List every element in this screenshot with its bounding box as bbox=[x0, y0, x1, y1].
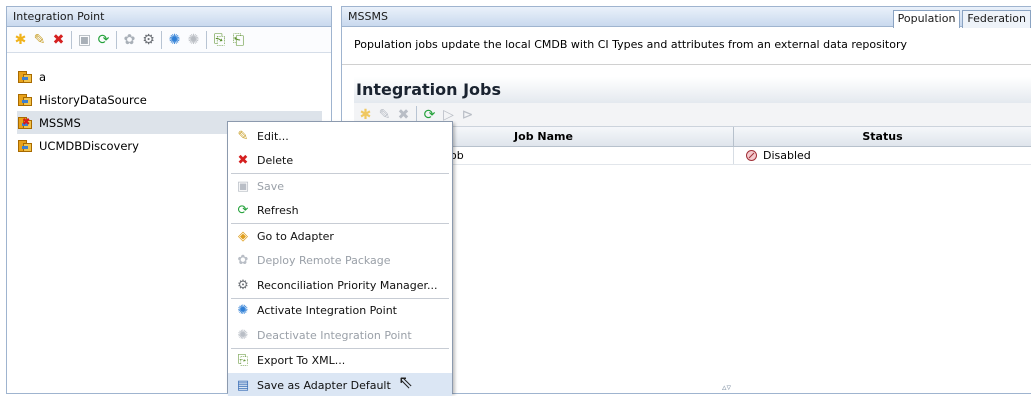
integration-point-header: Integration Point bbox=[7, 7, 331, 27]
menu-item-label: Export To XML... bbox=[257, 354, 346, 368]
reconciliation-icon: ⚙ bbox=[142, 31, 155, 48]
export-xml-icon: ⎘ bbox=[237, 353, 249, 369]
menu-item-refresh[interactable]: ⟳ Refresh bbox=[228, 199, 452, 224]
deploy-package-icon: ✿ bbox=[237, 253, 249, 269]
status-label: Disabled bbox=[763, 148, 811, 162]
jobs-table-header: Job Name Status bbox=[354, 127, 1031, 147]
status-column-header[interactable]: Status bbox=[734, 127, 1031, 146]
menu-item-reconciliation-priority-manager[interactable]: ⚙ Reconciliation Priority Manager... bbox=[228, 273, 452, 298]
tree-item-label: UCMDBDiscovery bbox=[39, 138, 139, 153]
status-cell: Disabled bbox=[734, 147, 1031, 164]
deactivate-icon: ✺ bbox=[187, 31, 200, 48]
new-job-icon: ✱ bbox=[359, 106, 372, 123]
activate-icon: ✺ bbox=[168, 31, 181, 48]
menu-item-label: Save bbox=[257, 179, 285, 193]
edit-button[interactable]: ✎ bbox=[30, 30, 49, 50]
integration-point-error-icon: ✖ bbox=[17, 115, 33, 131]
run-icon: ▷ bbox=[443, 106, 454, 123]
menu-item-label: Save as Adapter Default bbox=[257, 378, 391, 392]
integration-detail-header: MSSMS Population Federation bbox=[342, 7, 1031, 28]
deactivate-button: ✺ bbox=[184, 30, 203, 50]
new-icon: ✱ bbox=[14, 31, 27, 48]
tree-item-label: MSSMS bbox=[39, 115, 81, 130]
jobs-toolbar: ✱ ✎ ✖ ⟳ ▷ ⊳ bbox=[354, 103, 1031, 127]
menu-item-deactivate-integration-point: ✺ Deactivate Integration Point bbox=[228, 323, 452, 348]
refresh-icon: ⟳ bbox=[97, 31, 110, 48]
population-description: Population jobs update the local CMDB wi… bbox=[342, 27, 1031, 65]
disabled-status-icon bbox=[746, 150, 757, 161]
menu-item-edit[interactable]: ✎ Edit... bbox=[228, 124, 452, 149]
delete-job-icon: ✖ bbox=[397, 106, 410, 123]
menu-item-label: Reconciliation Priority Manager... bbox=[257, 278, 438, 292]
toolbar-separator bbox=[116, 30, 117, 49]
menu-item-deploy-remote-package: ✿ Deploy Remote Package bbox=[228, 249, 452, 274]
integration-point-icon bbox=[17, 138, 33, 154]
panel-splitter-handle[interactable]: ▵▿ bbox=[722, 383, 731, 393]
menu-item-save-as-adapter-default[interactable]: ▤ Save as Adapter Default bbox=[228, 373, 452, 396]
detail-tabs: Population Federation bbox=[891, 10, 1031, 28]
menu-item-label: Deploy Remote Package bbox=[257, 254, 391, 268]
export-xml-icon: ⎘ bbox=[213, 31, 226, 48]
activate-icon: ✺ bbox=[237, 303, 249, 319]
pencil-icon: ✎ bbox=[237, 128, 249, 144]
reconciliation-icon: ⚙ bbox=[237, 277, 249, 293]
save-icon: ▣ bbox=[77, 31, 92, 48]
tab-population[interactable]: Population bbox=[892, 10, 961, 28]
menu-item-activate-integration-point[interactable]: ✺ Activate Integration Point bbox=[228, 299, 452, 324]
menu-item-label: Refresh bbox=[257, 204, 299, 218]
menu-item-label: Go to Adapter bbox=[257, 229, 334, 243]
tab-federation[interactable]: Federation bbox=[962, 10, 1031, 28]
run-all-button[interactable]: ⊳ bbox=[458, 105, 477, 125]
activate-button[interactable]: ✺ bbox=[165, 30, 184, 50]
refresh-button[interactable]: ⟳ bbox=[94, 30, 113, 50]
export-xml-button[interactable]: ⎘ bbox=[210, 30, 229, 50]
menu-item-export-to-xml[interactable]: ⎘ Export To XML... bbox=[228, 349, 452, 374]
deactivate-icon: ✺ bbox=[237, 327, 249, 343]
integration-point-icon bbox=[17, 92, 33, 108]
refresh-icon: ⟳ bbox=[237, 203, 249, 219]
job-row[interactable]: ob Disabled bbox=[354, 147, 1031, 165]
tree-item-label: a bbox=[39, 69, 47, 84]
tree-item-label: HistoryDataSource bbox=[39, 92, 147, 107]
reconciliation-button[interactable]: ⚙ bbox=[139, 30, 158, 50]
delete-button[interactable]: ✖ bbox=[49, 30, 68, 50]
menu-item-go-to-adapter[interactable]: ◈ Go to Adapter bbox=[228, 224, 452, 249]
run-all-icon: ⊳ bbox=[461, 106, 474, 123]
edit-icon: ✎ bbox=[33, 31, 46, 48]
refresh-jobs-icon: ⟳ bbox=[423, 106, 436, 123]
toolbar-separator bbox=[161, 30, 162, 49]
integration-detail-title: MSSMS bbox=[348, 10, 388, 23]
tree-item-a[interactable]: a bbox=[17, 65, 322, 88]
menu-item-delete[interactable]: ✖ Delete bbox=[228, 149, 452, 174]
import-xml-icon: ⎗ bbox=[232, 31, 245, 48]
menu-item-save: ▣ Save bbox=[228, 174, 452, 199]
menu-item-label: Activate Integration Point bbox=[257, 304, 397, 318]
mouse-cursor-icon: ⇖ bbox=[398, 372, 414, 393]
edit-job-icon: ✎ bbox=[378, 106, 391, 123]
integration-jobs-title: Integration Jobs bbox=[354, 77, 1031, 103]
menu-item-label: Deactivate Integration Point bbox=[257, 328, 412, 342]
menu-item-label: Edit... bbox=[257, 129, 289, 143]
save-button: ▣ bbox=[75, 30, 94, 50]
tree-item-historydatasource[interactable]: HistoryDataSource bbox=[17, 88, 322, 111]
save-adapter-default-icon: ▤ bbox=[236, 377, 250, 393]
adapter-icon: ◈ bbox=[238, 228, 248, 244]
toolbar-separator bbox=[206, 30, 207, 49]
toolbar-separator bbox=[71, 30, 72, 49]
integration-point-toolbar: ✱ ✎ ✖ ▣ ⟳ ✿ ⚙ ✺ ✺ ⎘ ⎗ bbox=[7, 27, 331, 53]
delete-icon: ✖ bbox=[52, 31, 65, 48]
new-button[interactable]: ✱ bbox=[11, 30, 30, 50]
deploy-button: ✿ bbox=[120, 30, 139, 50]
delete-icon: ✖ bbox=[237, 153, 249, 169]
menu-item-label: Delete bbox=[257, 154, 294, 168]
deploy-icon: ✿ bbox=[123, 31, 136, 48]
save-icon: ▣ bbox=[236, 178, 250, 194]
context-menu: ✎ Edit... ✖ Delete ▣ Save ⟳ Refresh ◈ Go to Adapt… bbox=[227, 121, 453, 396]
integration-point-icon bbox=[17, 69, 33, 85]
import-xml-button[interactable]: ⎗ bbox=[229, 30, 248, 50]
